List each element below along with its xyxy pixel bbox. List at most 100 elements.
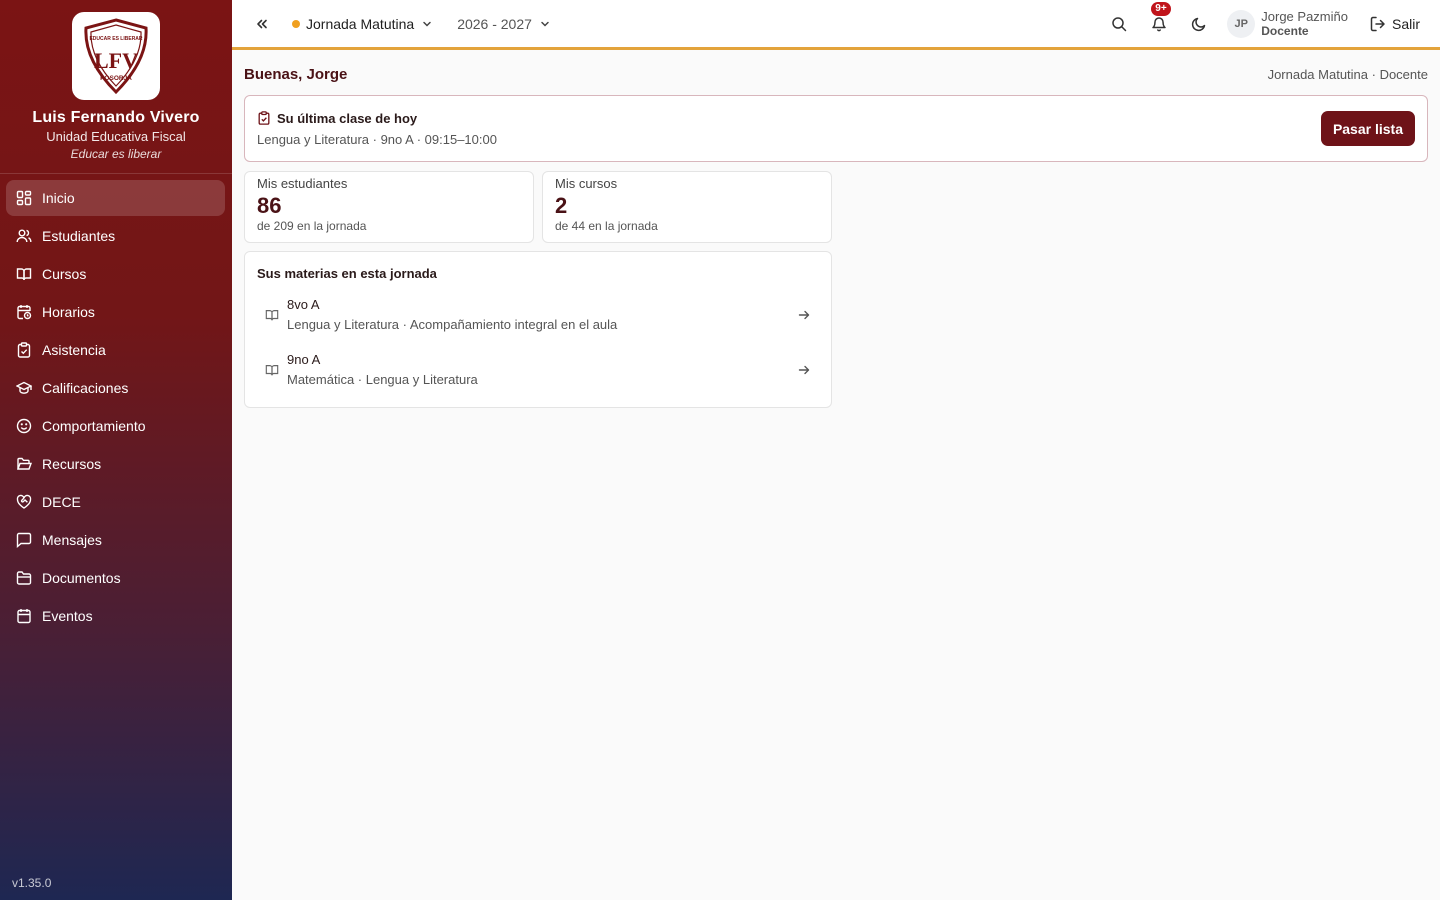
logout-button[interactable]: Salir	[1370, 16, 1420, 32]
stat-subtext: de 209 en la jornada	[257, 219, 367, 233]
subject-text: 9no A Matemática · Lengua y Literatura	[287, 350, 797, 390]
log-out-icon	[1370, 16, 1385, 31]
sidebar-item-comportamiento[interactable]: Comportamiento	[6, 408, 225, 444]
greeting-row: Buenas, Jorge Jornada Matutina · Docente	[244, 65, 1428, 83]
stat-subtext: de 44 en la jornada	[555, 219, 658, 233]
clipboard-check-icon	[258, 111, 270, 125]
calendar-clock-icon	[17, 305, 32, 320]
last-class-text: Su última clase de hoy Lengua y Literatu…	[257, 111, 497, 147]
subjects-title: Sus materias en esta jornada	[257, 266, 437, 281]
stat-label: Mis cursos	[555, 176, 618, 191]
moon-icon	[1192, 17, 1206, 31]
sidebar-item-label: Inicio	[42, 190, 75, 206]
jornada-status-dot	[292, 19, 300, 28]
book-open-icon	[265, 310, 279, 321]
user-role: Docente	[1261, 23, 1309, 38]
school-year-selector[interactable]: 2026 - 2027	[457, 16, 551, 32]
sidebar-item-label: Comportamiento	[42, 418, 146, 434]
topbar-actions: 9+ JP Jorge Pazmiño Docente Salir	[1109, 0, 1440, 47]
stat-value: 2	[555, 193, 568, 218]
last-class-title: Su última clase de hoy	[277, 110, 418, 126]
topbar: Jornada Matutina 2026 - 2027 9+ JP Jorge…	[232, 0, 1440, 50]
sidebar-nav: Inicio Estudiantes Cursos Horarios Asist…	[0, 180, 232, 634]
sidebar-item-label: Recursos	[42, 456, 102, 472]
sidebar-item-calificaciones[interactable]: Calificaciones	[6, 370, 225, 406]
subjects-card: Sus materias en esta jornada 8vo A Lengu…	[244, 251, 832, 408]
chevrons-left-icon	[257, 19, 267, 28]
subject-names: Lengua y Literatura · Acompañamiento int…	[287, 317, 618, 332]
folder-open-icon	[17, 457, 32, 470]
sidebar-item-documentos[interactable]: Documentos	[6, 560, 225, 596]
graduation-cap-icon	[16, 381, 32, 394]
folder-icon	[16, 571, 32, 585]
sidebar-item-inicio[interactable]: Inicio	[6, 180, 225, 216]
clipboard-check-icon	[17, 342, 31, 358]
subject-names: Matemática · Lengua y Literatura	[287, 372, 478, 387]
sidebar-item-cursos[interactable]: Cursos	[6, 256, 225, 292]
sidebar-item-label: Calificaciones	[42, 380, 129, 396]
sidebar-item-dece[interactable]: DECE	[6, 484, 225, 520]
sidebar-item-label: Asistencia	[42, 342, 106, 358]
svg-text:POSORJA: POSORJA	[100, 75, 132, 82]
sidebar: LFV POSORJA EDUCAR ES LIBERAR Luis Ferna…	[0, 0, 232, 900]
collapse-sidebar-button[interactable]	[252, 14, 272, 34]
user-menu[interactable]: JP Jorge Pazmiño Docente	[1227, 9, 1348, 39]
subject-text: 8vo A Lengua y Literatura · Acompañamien…	[287, 295, 797, 335]
sidebar-item-estudiantes[interactable]: Estudiantes	[6, 218, 225, 254]
sidebar-item-label: DECE	[42, 494, 81, 510]
chevron-down-icon	[423, 21, 431, 27]
users-icon	[16, 229, 32, 243]
stats-row: Mis estudiantes 86 de 209 en la jornada …	[244, 171, 1428, 243]
user-info: Jorge Pazmiño Docente	[1261, 9, 1348, 39]
sidebar-item-label: Estudiantes	[42, 228, 116, 244]
notifications-badge: 9+	[1151, 1, 1171, 16]
sidebar-item-label: Eventos	[42, 608, 93, 624]
chevron-down-icon	[541, 21, 549, 27]
sidebar-item-recursos[interactable]: Recursos	[6, 446, 225, 482]
brand: LFV POSORJA EDUCAR ES LIBERAR Luis Ferna…	[0, 0, 232, 174]
sidebar-item-label: Documentos	[42, 570, 121, 586]
school-logo: LFV POSORJA EDUCAR ES LIBERAR	[72, 12, 160, 100]
user-name: Jorge Pazmiño	[1261, 8, 1348, 24]
last-class-title-row: Su última clase de hoy	[257, 111, 497, 126]
sidebar-item-eventos[interactable]: Eventos	[6, 598, 225, 634]
take-attendance-button[interactable]: Pasar lista	[1320, 111, 1415, 146]
heart-handshake-icon	[16, 494, 32, 509]
last-class-card: Su última clase de hoy Lengua y Literatu…	[244, 95, 1428, 162]
sidebar-item-asistencia[interactable]: Asistencia	[6, 332, 225, 368]
search-icon	[1112, 16, 1127, 31]
theme-toggle-button[interactable]	[1189, 14, 1209, 34]
calendar-icon	[17, 609, 31, 624]
sidebar-item-mensajes[interactable]: Mensajes	[6, 522, 225, 558]
logout-label: Salir	[1391, 15, 1420, 32]
notifications-button[interactable]: 9+	[1149, 1, 1171, 34]
message-square-icon	[16, 532, 32, 548]
sidebar-item-label: Mensajes	[42, 532, 102, 548]
smile-icon	[16, 418, 32, 434]
brand-subtitle: Unidad Educativa Fiscal	[46, 129, 186, 144]
stat-value: 86	[257, 193, 282, 218]
brand-motto: Educar es liberar	[70, 147, 162, 161]
school-year-label: 2026 - 2027	[457, 15, 532, 32]
last-class-info: Lengua y Literatura · 9no A · 09:15–10:0…	[257, 131, 497, 147]
subject-course: 9no A	[287, 352, 321, 367]
subject-course: 8vo A	[287, 297, 320, 312]
book-open-icon	[16, 268, 32, 281]
subject-list-item[interactable]: 9no A Matemática · Lengua y Literatura	[257, 350, 819, 390]
dashboard-icon	[16, 190, 32, 206]
sidebar-item-horarios[interactable]: Horarios	[6, 294, 225, 330]
avatar: JP	[1227, 9, 1256, 38]
svg-text:EDUCAR ES LIBERAR: EDUCAR ES LIBERAR	[89, 36, 142, 42]
stat-card-students: Mis estudiantes 86 de 209 en la jornada	[244, 171, 534, 243]
page-title: Buenas, Jorge	[244, 65, 348, 83]
jornada-label: Jornada Matutina	[306, 15, 415, 32]
jornada-selector[interactable]: Jornada Matutina	[292, 16, 433, 32]
sidebar-item-label: Horarios	[42, 304, 95, 320]
context-label: Jornada Matutina · Docente	[1267, 66, 1428, 82]
stat-card-courses: Mis cursos 2 de 44 en la jornada	[542, 171, 832, 243]
search-button[interactable]	[1109, 14, 1129, 34]
svg-text:LFV: LFV	[94, 48, 138, 73]
subject-list-item[interactable]: 8vo A Lengua y Literatura · Acompañamien…	[257, 295, 819, 335]
brand-name: Luis Fernando Vivero	[32, 109, 200, 126]
bell-icon	[1152, 16, 1167, 31]
